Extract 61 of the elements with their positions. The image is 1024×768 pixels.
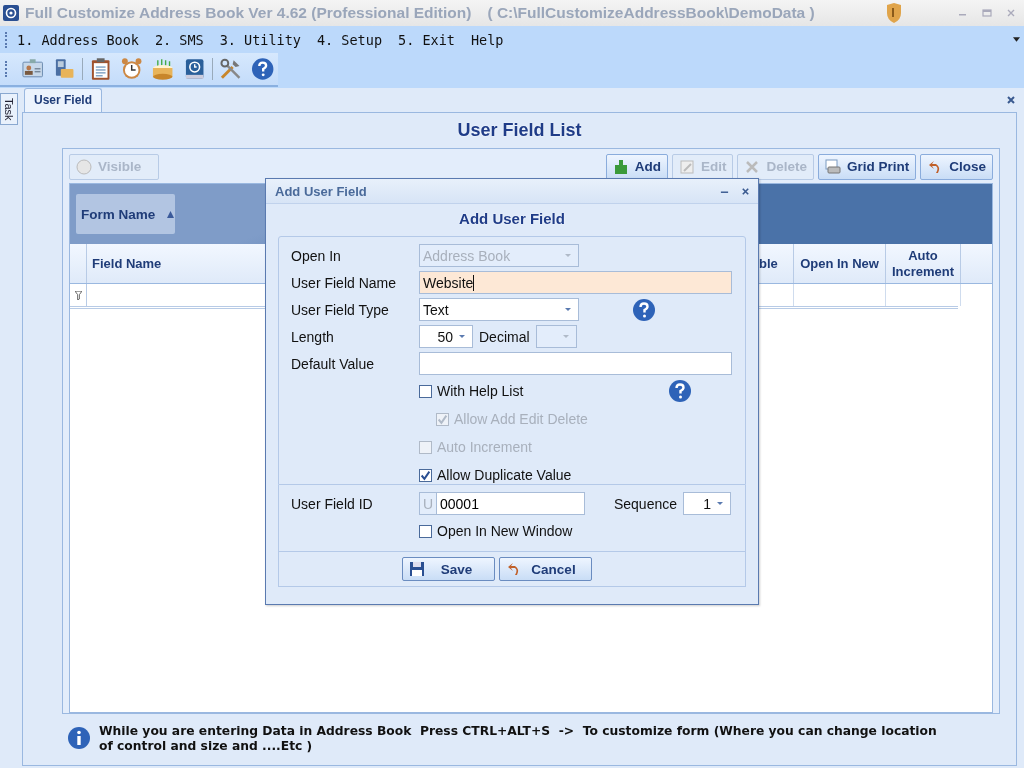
add-icon: [612, 158, 629, 175]
checkbox[interactable]: [419, 524, 432, 538]
window-title: Full Customize Address Book Ver 4.62 (Professional Edition): [25, 4, 472, 22]
page-heading: User Field List: [456, 119, 583, 142]
help-icon[interactable]: [632, 297, 656, 322]
close-icon[interactable]: [741, 186, 750, 196]
field-label: Open In: [291, 247, 342, 264]
menu-item[interactable]: 5. Exit: [398, 31, 455, 48]
type-dropdown[interactable]: Text: [419, 298, 579, 321]
caret-icon[interactable]: [1013, 37, 1020, 42]
alarm-clock-icon[interactable]: [120, 57, 144, 81]
checkbox-label[interactable]: Allow Duplicate Value: [437, 467, 572, 483]
tools-icon[interactable]: [219, 57, 243, 81]
length-dropdown[interactable]: 50: [419, 325, 473, 348]
toolbar-button[interactable]: Grid Print: [817, 153, 917, 180]
dialog-heading: Add User Field: [458, 209, 566, 229]
help-icon[interactable]: [250, 57, 274, 81]
sort-up-icon: [167, 210, 175, 218]
input-field[interactable]: Website: [419, 271, 732, 294]
field-label: User Field Name: [291, 274, 398, 291]
field-label: User Field Type: [291, 301, 390, 318]
field-label: Default Value: [291, 355, 375, 372]
side-tab[interactable]: Task: [0, 93, 18, 125]
checkbox-label[interactable]: With Help List: [437, 383, 524, 399]
edit-icon: [678, 158, 695, 175]
delete-icon: [744, 158, 761, 175]
shield-icon: [886, 3, 902, 23]
tab[interactable]: User Field: [24, 88, 103, 112]
column-header[interactable]: Open In New: [794, 244, 886, 283]
info-message: While you are entering Data in Address Book Press CTRL+ALT+S -> To customize form (Where you can change location of control and size and ....Etc ): [99, 724, 938, 754]
window-path: ( C:\FullCustomizeAddressBook\DemoData ): [487, 4, 815, 22]
help-icon[interactable]: [668, 379, 693, 403]
menu-item[interactable]: 4. Setup: [317, 31, 382, 48]
close-icon[interactable]: [1006, 95, 1016, 105]
field-label: Decimal: [479, 328, 530, 345]
input-field[interactable]: [419, 352, 732, 375]
dialog-title: Add User Field: [275, 183, 367, 199]
checkbox-label[interactable]: Open In New Window: [437, 523, 573, 539]
cake-icon[interactable]: [151, 57, 175, 81]
info-icon: [67, 726, 91, 750]
column-header[interactable]: Auto Increment: [886, 244, 961, 283]
filter-icon: [74, 290, 82, 300]
field-label: Length: [291, 328, 335, 345]
save-button[interactable]: Save: [402, 557, 495, 581]
menu-item[interactable]: 3. Utility: [219, 31, 301, 48]
field-label: Sequence: [613, 495, 677, 512]
id-field[interactable]: U 00001: [419, 492, 585, 515]
field-label: User Field ID: [291, 495, 374, 512]
printer-icon: [824, 158, 841, 175]
menu-item[interactable]: Help: [470, 31, 504, 48]
menu-item[interactable]: 1. Address Book: [17, 31, 139, 48]
cancel-button[interactable]: Cancel: [499, 557, 592, 581]
radio-icon: [76, 158, 92, 175]
menu-item[interactable]: 2. SMS: [154, 31, 204, 48]
toolbar-button[interactable]: Close: [920, 153, 993, 180]
sequence-dropdown[interactable]: 1: [683, 492, 731, 515]
toolbar-button[interactable]: Add: [605, 153, 668, 180]
checkbox[interactable]: [419, 468, 432, 482]
group-column-chip[interactable]: Form Name: [76, 194, 175, 234]
checkbox[interactable]: [419, 384, 432, 398]
app-icon: [3, 5, 19, 21]
